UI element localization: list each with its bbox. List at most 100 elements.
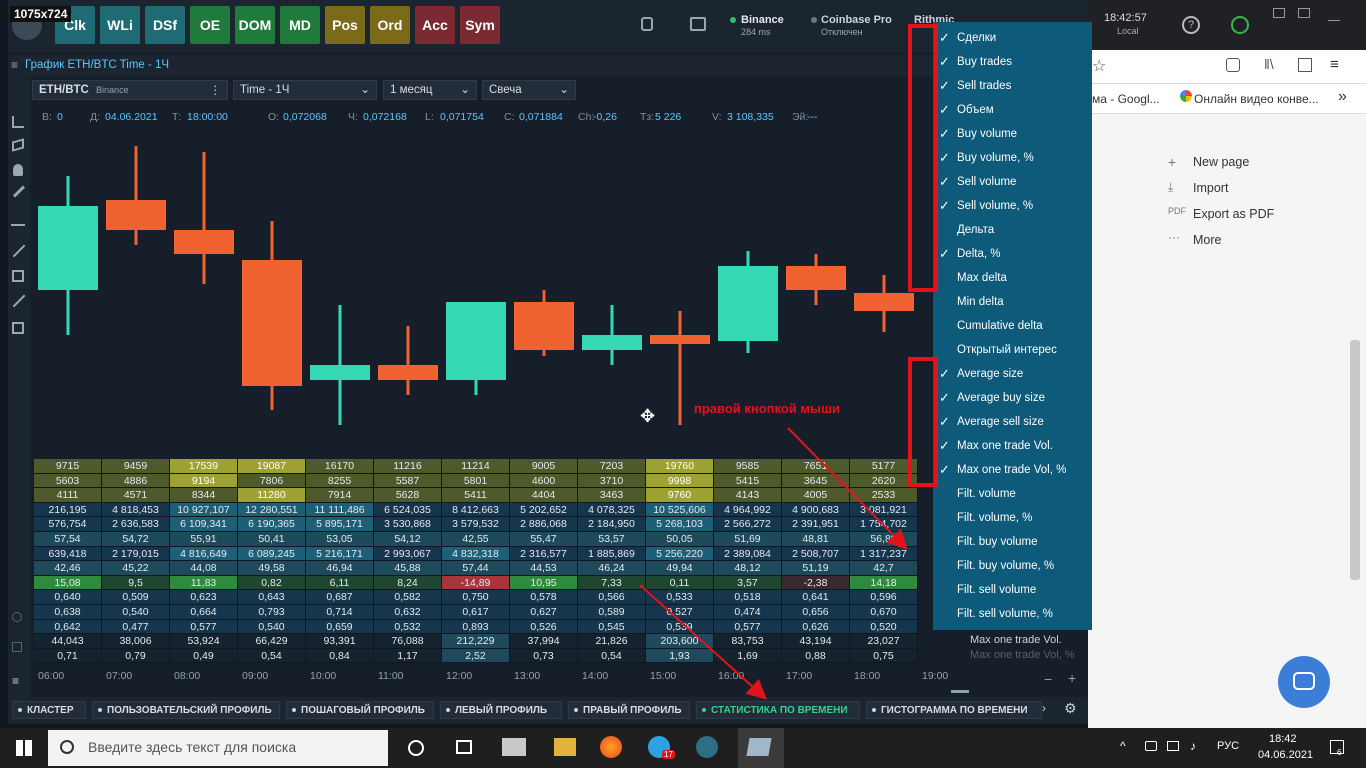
firefox-menu: + New page ⤓ Import PDF Export as PDF ··… [1168, 150, 1358, 260]
highlight-box-top [908, 24, 938, 292]
menu-item-label: Max delta [957, 272, 1007, 284]
screen: 18:42:57 Local ? ☆ ‖\ ≡ ма - Googl... Он… [0, 0, 1366, 768]
menu-item[interactable]: Cumulative delta [933, 314, 1092, 338]
menu-item[interactable]: ✓ Average buy size [933, 386, 1092, 410]
menu-item[interactable]: ✓ Buy volume, % [933, 146, 1092, 170]
menu-item[interactable]: ✓ Average sell size [933, 410, 1092, 434]
pocket-icon[interactable] [1226, 58, 1240, 72]
menu-item[interactable]: ✓ Sell volume [933, 170, 1092, 194]
taskbar-time[interactable]: 18:42 [1269, 733, 1297, 745]
checkmark-icon: ✓ [939, 54, 950, 69]
menu-item[interactable]: ✓ Max one trade Vol. [933, 434, 1092, 458]
menu-item-label: Max one trade Vol. [957, 440, 1053, 452]
star-icon[interactable]: ☆ [1092, 56, 1106, 76]
menu-item-label: Filt. buy volume [957, 536, 1038, 548]
menu-item-label: Max one trade Vol, % [957, 464, 1067, 476]
monitor-icon[interactable] [1167, 741, 1179, 751]
user-icon[interactable] [1231, 16, 1249, 34]
menu-item[interactable]: Min delta [933, 290, 1092, 314]
chevron-right-icon[interactable]: » [1338, 88, 1347, 106]
menu-item[interactable]: ✓ Sell volume, % [933, 194, 1092, 218]
menu-item-label: Cumulative delta [957, 320, 1043, 332]
menu-item[interactable]: ✓ Sell trades [933, 74, 1092, 98]
hamburger-menu-icon[interactable]: ≡ [1330, 56, 1339, 73]
more-icon: ··· [1168, 230, 1180, 244]
menu-item[interactable]: ✓ Сделки [933, 26, 1092, 50]
app-icon-terminal[interactable] [502, 738, 526, 756]
menu-item[interactable]: Filt. buy volume, % [933, 554, 1092, 578]
app-icon-notes[interactable] [746, 738, 772, 756]
checkmark-icon: ✓ [939, 438, 950, 453]
arrow-to-tab [639, 584, 767, 700]
windows-start-icon[interactable] [16, 740, 32, 756]
statistics-context-menu: ✓ Сделки ✓ Buy trades ✓ Sell trades ✓ Объем ✓ Buy… [933, 22, 1092, 630]
menu-item[interactable]: ✓ Buy trades [933, 50, 1092, 74]
taskbar-search[interactable]: Введите здесь текст для поиска [48, 730, 388, 766]
menu-new-page[interactable]: New page [1193, 155, 1249, 169]
checkmark-icon: ✓ [939, 414, 950, 429]
task-view-icon[interactable] [456, 740, 472, 754]
menu-item-label: Открытый интерес [957, 344, 1057, 356]
menu-item-label: Buy volume [957, 128, 1018, 140]
scrollbar[interactable] [1350, 340, 1360, 580]
file-explorer-icon[interactable] [554, 738, 576, 756]
menu-item-label: Объем [957, 104, 994, 116]
menu-item[interactable]: Max delta [933, 266, 1092, 290]
menu-item[interactable]: Filt. volume, % [933, 506, 1092, 530]
menu-item[interactable]: ✓ Average size [933, 362, 1092, 386]
app-icon-trading[interactable] [696, 736, 718, 758]
menu-item-label: Filt. volume, % [957, 512, 1033, 524]
menu-item-label: Сделки [957, 32, 997, 44]
menu-item[interactable]: Дельта [933, 218, 1092, 242]
menu-item[interactable]: Открытый интерес [933, 338, 1092, 362]
briefcase-icon[interactable] [1298, 8, 1310, 18]
pdf-icon: PDF [1168, 206, 1186, 216]
help-icon[interactable]: ? [1182, 16, 1200, 34]
menu-import[interactable]: Import [1193, 181, 1228, 195]
menu-item-label: Filt. buy volume, % [957, 560, 1055, 572]
browser-titlebar: 18:42:57 Local ? [1088, 0, 1366, 50]
library-icon[interactable]: ‖\ [1264, 56, 1274, 72]
bookmark-google[interactable]: ма - Googl... [1092, 92, 1160, 106]
menu-item-label: Filt. sell volume [957, 584, 1037, 596]
clock-label: Local [1117, 26, 1139, 36]
menu-item[interactable]: ✓ Buy volume [933, 122, 1092, 146]
menu-item-label: Delta, % [957, 248, 1001, 260]
arrow-to-menu [787, 427, 908, 550]
checkmark-icon: ✓ [939, 78, 950, 93]
clock-time: 18:42:57 [1104, 12, 1147, 24]
trading-app-window: Clk WLi DSf OE DOM MD Pos Ord Acc Sym Binance 284… [8, 0, 1092, 724]
chat-icon [1293, 672, 1315, 690]
browser-window: 18:42:57 Local ? ☆ ‖\ ≡ ма - Googl... Он… [1088, 0, 1366, 728]
chat-widget-button[interactable] [1278, 656, 1330, 708]
menu-item[interactable]: ✓ Max one trade Vol, % [933, 458, 1092, 482]
browser-toolbar: ☆ ‖\ ≡ [1088, 50, 1366, 84]
menu-item-label: Average sell size [957, 416, 1044, 428]
highlight-box-bottom [908, 357, 938, 487]
menu-item-label: Average size [957, 368, 1024, 380]
menu-item[interactable]: Filt. buy volume [933, 530, 1092, 554]
network-icon[interactable] [1145, 741, 1157, 751]
menu-export-pdf[interactable]: Export as PDF [1193, 207, 1274, 221]
firefox-icon[interactable] [600, 736, 622, 758]
menu-more[interactable]: More [1193, 233, 1221, 247]
bookmark-video[interactable]: Онлайн видео конве... [1194, 92, 1319, 106]
menu-item[interactable]: Filt. sell volume, % [933, 602, 1092, 626]
import-icon: ⤓ [1168, 180, 1174, 194]
checkmark-icon: ✓ [939, 198, 950, 213]
telegram-badge: 17 [662, 750, 675, 759]
sidebar-icon[interactable] [1298, 58, 1312, 72]
taskbar-date[interactable]: 04.06.2021 [1258, 749, 1313, 761]
volume-icon[interactable]: ♪ [1190, 739, 1196, 753]
menu-item[interactable]: Filt. volume [933, 482, 1092, 506]
language-indicator[interactable]: РУС [1217, 740, 1239, 752]
menu-item[interactable]: ✓ Delta, % [933, 242, 1092, 266]
menu-item-label: Buy volume, % [957, 152, 1034, 164]
menu-item[interactable]: ✓ Объем [933, 98, 1092, 122]
cart-icon[interactable] [1273, 8, 1285, 18]
menu-item[interactable]: Filt. sell volume [933, 578, 1092, 602]
chevron-up-icon[interactable]: ^ [1120, 739, 1126, 753]
minimize-icon[interactable] [1328, 20, 1340, 21]
cortana-icon[interactable] [408, 740, 424, 756]
checkmark-icon: ✓ [939, 462, 950, 477]
